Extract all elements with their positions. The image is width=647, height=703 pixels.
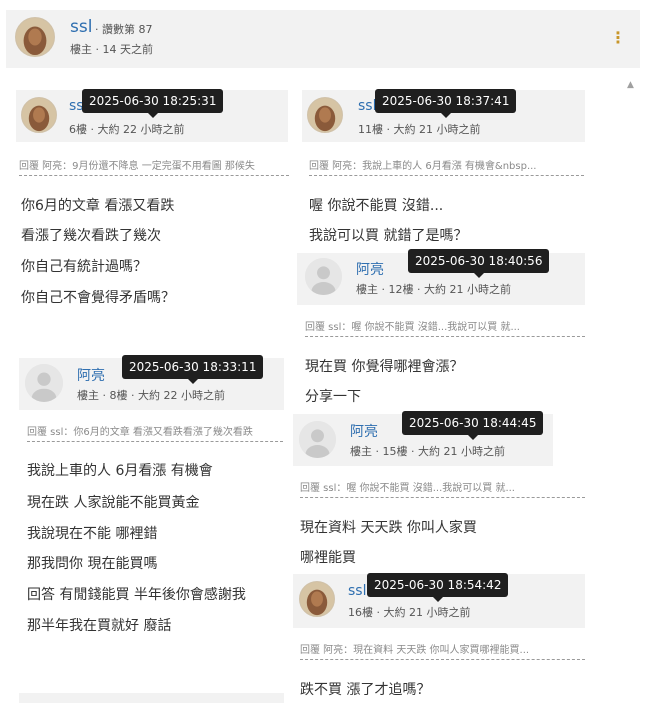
avatar[interactable]	[21, 97, 57, 133]
scroll-up-icon[interactable]: ▲	[627, 80, 634, 90]
reply-quote[interactable]: 回覆 ssl：喔 你說不能買 沒錯...我說可以買 就...	[300, 479, 585, 498]
post-meta: 11樓 · 大約 21 小時之前	[358, 123, 481, 136]
post-text-line: 那我問你 現在能買嗎	[27, 556, 158, 572]
post-meta: 6樓 · 大約 22 小時之前	[69, 123, 185, 136]
post-text-line: 我說上車的人 6月看漲 有機會	[27, 463, 213, 479]
post-username[interactable]: ssl	[358, 98, 376, 114]
post-meta: 16樓 · 大約 21 小時之前	[348, 606, 471, 619]
post-username[interactable]: ssl	[348, 583, 366, 599]
thread-header	[6, 10, 640, 68]
kebab-icon[interactable]: ⋮	[610, 28, 626, 47]
header-username[interactable]: ssl	[70, 17, 92, 37]
timestamp-tooltip: 2025-06-30 18:44:45	[402, 411, 544, 440]
post-text-line: 你自己有統計過嗎？	[21, 259, 147, 275]
post-text-line: 那半年我在買就好 廢話	[27, 618, 172, 634]
post-text-line: 現在資料 天天跌 你叫人家買	[300, 520, 477, 536]
avatar[interactable]	[25, 364, 63, 402]
header-badge: · 讚數第 87	[95, 23, 153, 36]
post-text-line: 我說現在不能 哪裡錯	[27, 526, 158, 542]
post-text-line: 分享一下	[305, 389, 361, 405]
header-meta: 樓主 · 14 天之前	[70, 43, 153, 56]
reply-quote[interactable]: 回覆 阿亮：現在資料 天天跌 你叫人家買哪裡能買...	[300, 641, 585, 660]
post-text-line: 你自己不會覺得矛盾嗎？	[21, 290, 175, 306]
timestamp-tooltip: 2025-06-30 18:37:41	[375, 89, 517, 118]
avatar[interactable]	[307, 97, 343, 133]
avatar[interactable]	[15, 17, 55, 57]
post-username[interactable]: 阿亮	[356, 259, 384, 279]
post-meta: 樓主 · 15樓 · 大約 21 小時之前	[350, 445, 505, 458]
post-text-line: 我說可以買 就錯了是嗎？	[309, 228, 468, 244]
post-text-line: 現在跌 人家說能不能買黃金	[27, 495, 200, 511]
post-text-line: 現在買 你覺得哪裡會漲？	[305, 359, 464, 375]
timestamp-tooltip: 2025-06-30 18:25:31	[82, 89, 224, 118]
avatar[interactable]	[299, 421, 336, 458]
timestamp-tooltip: 2025-06-30 18:54:42	[367, 573, 509, 602]
reply-quote[interactable]: 回覆 阿亮：我說上車的人 6月看漲 有機會&nbsp...	[309, 157, 584, 176]
reply-quote[interactable]: 回覆 阿亮：9月份還不降息 一定完蛋不用看圖 那候失	[19, 157, 289, 176]
post-text-line: 哪裡能買	[300, 550, 356, 566]
timestamp-tooltip: 2025-06-30 18:33:11	[122, 355, 264, 384]
timestamp-tooltip: 2025-06-30 18:40:56	[408, 249, 550, 278]
reply-quote[interactable]: 回覆 ssl：喔 你說不能買 沒錯...我說可以買 就...	[305, 318, 585, 337]
reply-quote[interactable]: 回覆 ssl：你6月的文章 看漲又看跌看漲了幾次看跌	[27, 423, 283, 442]
post-meta: 樓主 · 12樓 · 大約 21 小時之前	[356, 283, 511, 296]
post-text-line: 你6月的文章 看漲又看跌	[21, 198, 175, 214]
post-text-line: 喔 你說不能買 沒錯...	[309, 198, 444, 214]
post-text-line: 跌不買 漲了才追嗎？	[300, 682, 431, 698]
post-header-card	[19, 693, 284, 703]
avatar[interactable]	[299, 581, 335, 617]
avatar[interactable]	[305, 258, 342, 295]
post-text-line: 回答 有閒錢能買 半年後你會感謝我	[27, 587, 246, 603]
post-meta: 樓主 · 8樓 · 大約 22 小時之前	[77, 389, 225, 402]
post-text-line: 看漲了幾次看跌了幾次	[21, 228, 161, 244]
post-username[interactable]: 阿亮	[350, 421, 378, 441]
post-username[interactable]: 阿亮	[77, 365, 105, 385]
